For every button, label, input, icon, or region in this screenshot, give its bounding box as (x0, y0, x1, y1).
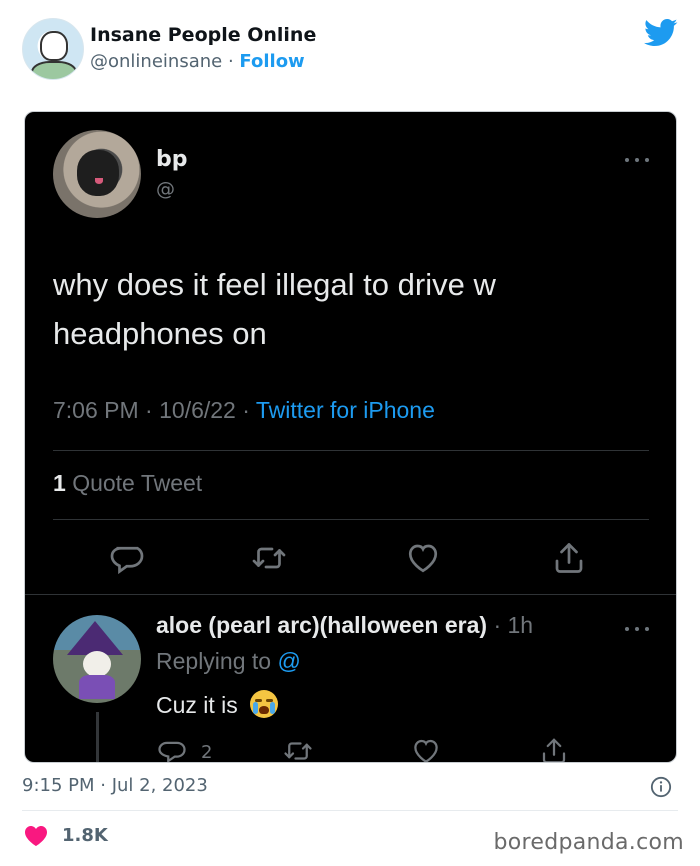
twitter-bird-icon[interactable] (644, 18, 678, 48)
tweet-author-handle[interactable]: @ (156, 178, 175, 200)
reply-icon[interactable] (157, 736, 187, 762)
divider (25, 594, 676, 595)
divider (53, 450, 649, 451)
quote-tweets[interactable]: 1 Quote Tweet (53, 470, 202, 497)
avatar-cape (79, 675, 115, 699)
quote-count: 1 (53, 470, 66, 496)
follow-link[interactable]: Follow (239, 51, 304, 72)
reply-text: Cuz it is (156, 690, 279, 719)
meta-separator: · (242, 397, 250, 423)
avatar[interactable] (22, 18, 84, 80)
avatar-dog (77, 150, 119, 196)
thread-line (96, 712, 99, 762)
divider (53, 519, 649, 520)
more-icon[interactable] (623, 625, 651, 633)
divider (22, 810, 678, 811)
reply-icon[interactable] (109, 540, 145, 576)
like-count[interactable]: 1.8K (62, 825, 108, 846)
avatar[interactable] (53, 130, 141, 218)
quote-label: Quote Tweet (72, 470, 203, 496)
watermark: boredpanda.com (493, 830, 684, 855)
tweet-author-name[interactable]: bp (156, 147, 188, 172)
retweet-icon[interactable] (283, 736, 313, 762)
avatar-skull (83, 651, 111, 677)
separator: · (227, 51, 234, 72)
avatar-figure-face (40, 31, 68, 61)
more-icon[interactable] (623, 156, 651, 164)
heart-icon[interactable] (24, 825, 48, 847)
like-icon[interactable] (411, 736, 441, 762)
reply-author-name[interactable]: aloe (pearl arc)(halloween era) (156, 612, 487, 638)
info-icon[interactable] (650, 776, 672, 798)
avatar[interactable] (53, 615, 141, 703)
user-handle[interactable]: @onlineinsane (90, 51, 222, 72)
avatar-witch-hat (67, 621, 123, 655)
reply-text-content: Cuz it is (156, 692, 238, 718)
avatar-dog-tongue (95, 178, 103, 184)
reply-header: aloe (pearl arc)(halloween era) · 1h (156, 612, 533, 639)
share-icon[interactable] (551, 540, 587, 576)
tweet-time[interactable]: 7:06 PM (53, 397, 139, 423)
like-icon[interactable] (405, 540, 441, 576)
replying-to-handle[interactable]: @ (277, 648, 300, 674)
handle-line: @onlineinsane · Follow (90, 51, 305, 72)
tweet-date[interactable]: 10/6/22 (159, 397, 236, 423)
tweet-text: why does it feel illegal to drive w head… (53, 267, 496, 351)
loudly-crying-face-icon (250, 690, 279, 718)
replying-to: Replying to @ (156, 648, 301, 675)
tweet-source[interactable]: Twitter for iPhone (256, 397, 435, 423)
embed-header: Insane People Online @onlineinsane · Fol… (0, 0, 700, 100)
replying-to-label: Replying to (156, 648, 272, 674)
meta-separator: · (145, 397, 153, 423)
reply-count: 2 (201, 742, 213, 763)
tweet-meta: 7:06 PM · 10/6/22 · Twitter for iPhone (53, 397, 435, 424)
reply-time[interactable]: · 1h (493, 612, 533, 638)
avatar-figure-body (31, 61, 77, 79)
screenshot-card: bp @ why does it feel illegal to drive w… (24, 111, 677, 763)
tweet-timestamp[interactable]: 9:15 PM · Jul 2, 2023 (22, 775, 208, 796)
retweet-icon[interactable] (251, 540, 287, 576)
display-name[interactable]: Insane People Online (90, 24, 316, 46)
share-icon[interactable] (539, 736, 569, 762)
